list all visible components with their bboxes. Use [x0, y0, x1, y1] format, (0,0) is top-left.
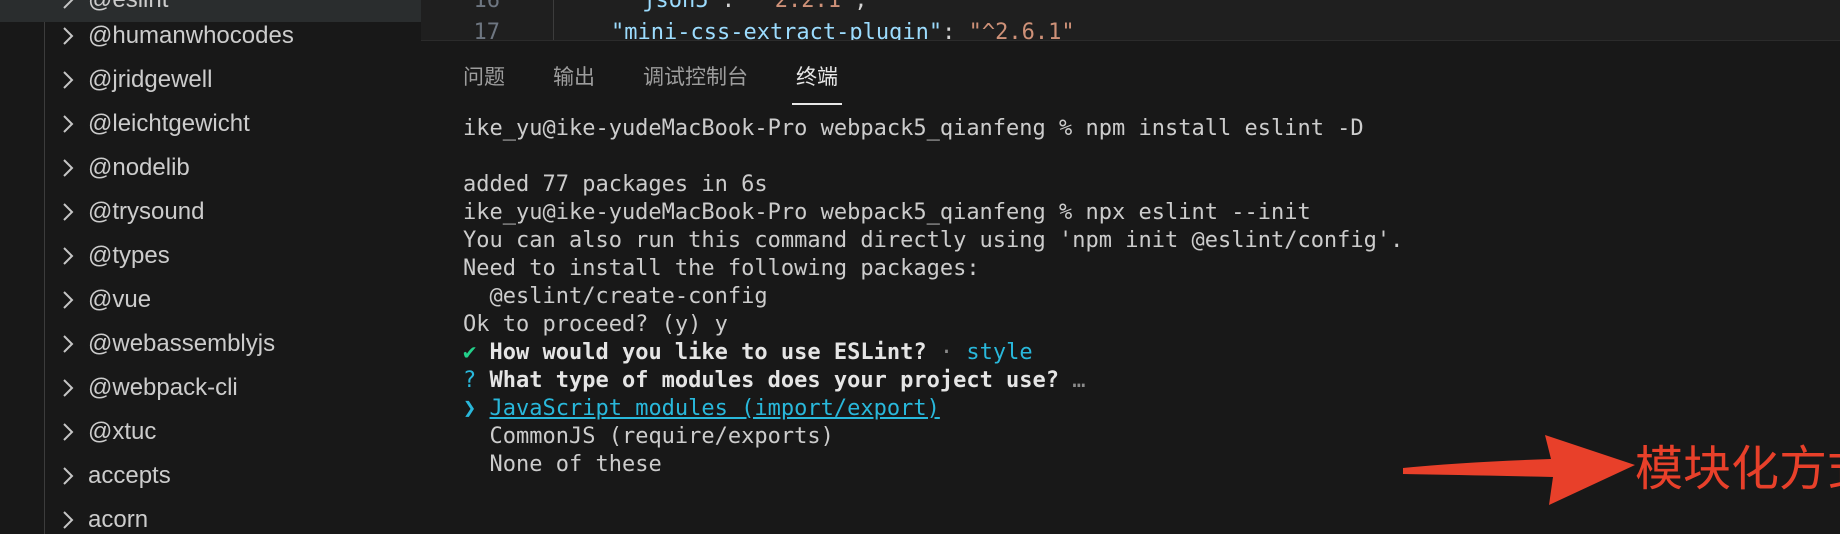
chevron-right-icon [61, 70, 75, 90]
tab-debug-console[interactable]: 调试控制台 [643, 59, 748, 103]
terminal-line: ike_yu@ike-yudeMacBook-Pro webpack5_qian… [463, 200, 1311, 225]
tree-item-types[interactable]: @types [0, 234, 421, 278]
chevron-right-icon [61, 334, 75, 354]
json-key: "json5" [629, 0, 722, 13]
chevron-right-icon [61, 158, 75, 178]
tree-item-webassemblyjs[interactable]: @webassemblyjs [0, 322, 421, 366]
chevron-right-icon [61, 0, 75, 10]
tree-item-accepts[interactable]: accepts [0, 454, 421, 498]
tree-item-label: @humanwhocodes [88, 22, 294, 49]
tree-item-acorn[interactable]: acorn [0, 498, 421, 534]
prompt-answer: style [966, 340, 1033, 365]
tree-item-jridgewell[interactable]: @jridgewell [0, 58, 421, 102]
tree-item-label: @eslint [88, 0, 168, 14]
prompt-question: What type of modules does your project u… [489, 368, 1060, 393]
chevron-right-icon [61, 246, 75, 266]
tab-output[interactable]: 输出 [553, 59, 595, 103]
tab-problems[interactable]: 问题 [463, 59, 505, 103]
tree-item-nodelib[interactable]: @nodelib [0, 146, 421, 190]
editor-gutter-divider [553, 0, 554, 40]
tree-item-xtuc[interactable]: @xtuc [0, 410, 421, 454]
chevron-right-icon [61, 466, 75, 486]
tree-item-label: @jridgewell [88, 66, 213, 93]
terminal-line: Ok to proceed? (y) y [463, 312, 728, 337]
json-key: "mini-css-extract-plugin" [611, 20, 943, 40]
tab-terminal[interactable]: 终端 [792, 59, 842, 105]
tree-item-label: accepts [88, 462, 171, 489]
prompt-question: How would you like to use ESLint? [489, 340, 927, 365]
explorer-sidebar: @eslint @humanwhocodes @jridgewell @leic… [0, 0, 421, 534]
terminal-line: @eslint/create-config [463, 284, 768, 309]
selector-caret-icon: ❯ [463, 396, 477, 421]
tree-item-trysound[interactable]: @trysound [0, 190, 421, 234]
tree-item-label: @xtuc [88, 418, 157, 445]
tree-item-leichtgewicht[interactable]: @leichtgewicht [0, 102, 421, 146]
json-colon: : [721, 0, 749, 13]
terminal-option-selected[interactable]: ❯ JavaScript modules (import/export) [463, 395, 1820, 423]
terminal-line: ike_yu@ike-yudeMacBook-Pro webpack5_qian… [463, 116, 1364, 141]
prompt-ellipsis: … [1072, 368, 1086, 393]
code-line-16: "json5": "^2.2.1", [629, 0, 867, 13]
option-label: JavaScript modules (import/export) [489, 396, 940, 421]
annotation-label: 模块化方式 [1635, 441, 1840, 497]
prompt-separator: · [939, 340, 954, 365]
tree-item-vue[interactable]: @vue [0, 278, 421, 322]
tree-item-label: @trysound [88, 198, 205, 225]
chevron-right-icon [61, 202, 75, 222]
json-value: "^2.6.1" [968, 20, 1075, 40]
check-icon: ✔ [463, 340, 477, 365]
line-number: 17 [473, 20, 501, 40]
json-value: "^2.2.1" [748, 0, 855, 13]
code-editor[interactable]: 16 17 "json5": "^2.2.1", "mini-css-extra… [421, 0, 1840, 40]
tree-item-webpack-cli[interactable]: @webpack-cli [0, 366, 421, 410]
chevron-right-icon [61, 290, 75, 310]
tree-item-label: acorn [88, 506, 149, 533]
tree-item-label: @types [88, 242, 170, 269]
tree-item-label: @webpack-cli [88, 374, 238, 401]
tree-item-label: @vue [88, 286, 152, 313]
chevron-right-icon [61, 114, 75, 134]
code-line-17: "mini-css-extract-plugin": "^2.6.1" [611, 20, 1075, 40]
terminal-prompt-active: ? What type of modules does your project… [463, 367, 1820, 395]
tree-item-label: @nodelib [88, 154, 190, 181]
tree-item-label: @webassemblyjs [88, 330, 276, 357]
json-colon: : [942, 20, 969, 40]
terminal-line: Need to install the following packages: [463, 256, 980, 281]
terminal-prompt-answered: ✔ How would you like to use ESLint? · st… [463, 339, 1820, 367]
line-number: 16 [473, 0, 501, 13]
option-label: CommonJS (require/exports) [489, 424, 834, 449]
terminal-line: You can also run this command directly u… [463, 228, 1404, 253]
terminal-line: added 77 packages in 6s [463, 172, 768, 197]
chevron-right-icon [61, 378, 75, 398]
tree-item-humanwhocodes[interactable]: @humanwhocodes [0, 14, 421, 58]
question-icon: ? [463, 368, 477, 393]
red-arrow-annotation [1403, 435, 1635, 505]
option-label: None of these [489, 452, 662, 477]
chevron-right-icon [61, 422, 75, 442]
json-comma: , [854, 0, 868, 13]
panel-tabs: 问题 输出 调试控制台 终端 [463, 59, 886, 107]
chevron-right-icon [61, 510, 75, 530]
bottom-panel: 问题 输出 调试控制台 终端 ike_yu@ike-yudeMacBook-Pr… [421, 40, 1840, 534]
tree-item-label: @leichtgewicht [88, 110, 250, 137]
chevron-right-icon [61, 26, 75, 46]
terminal-output[interactable]: ike_yu@ike-yudeMacBook-Pro webpack5_qian… [463, 115, 1820, 479]
